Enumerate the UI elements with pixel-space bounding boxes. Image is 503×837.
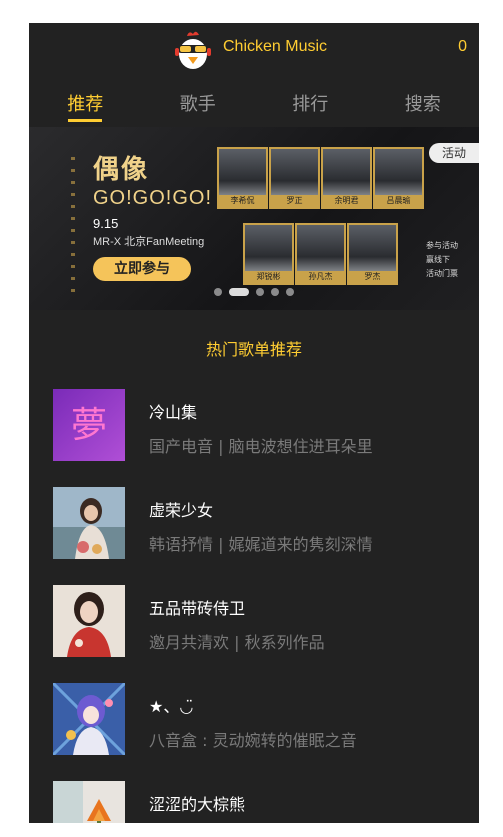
member-photo: 罗杰: [347, 223, 398, 285]
playlist-item[interactable]: 虚荣少女 韩语抒情 | 娓娓道来的隽刻深情: [29, 483, 479, 581]
tab-rank[interactable]: 排行: [254, 73, 367, 127]
playlist-name: 五品带砖侍卫: [149, 599, 246, 618]
playlist-cover-neon: 夢: [53, 389, 125, 461]
app-screen: Chicken Music 0 推荐 歌手 排行 搜索 偶像 GO!GO!GO!…: [29, 23, 479, 823]
banner-date: 9.15: [93, 216, 119, 231]
playlist-cover-girl-waterside: [53, 487, 125, 559]
app-header: Chicken Music 0: [29, 23, 479, 73]
member-photo: 孙凡杰: [295, 223, 346, 285]
member-photo: 吕晨瑜: [373, 147, 424, 209]
playlist-cover-anime: [53, 683, 125, 755]
playlist-item[interactable]: 夢 冷山集 国产电音 | 脑电波想住进耳朵里: [29, 385, 479, 483]
section-title: 热门歌单推荐: [205, 340, 302, 359]
playlist-name: 涩涩的大棕熊: [149, 795, 246, 814]
tab-singer[interactable]: 歌手: [142, 73, 255, 127]
playlist-item[interactable]: 五品带砖侍卫 邀月共清欢 | 秋系列作品: [29, 581, 479, 679]
banner-title: 偶像: [93, 155, 150, 185]
slide-dot[interactable]: [256, 288, 264, 296]
playlist-cover-flower: [53, 781, 125, 823]
member-name: 李希侃: [219, 195, 266, 207]
member-photo: 郑锐彬: [243, 223, 294, 285]
member-photo: 李希侃: [217, 147, 268, 209]
header-count[interactable]: 0: [458, 38, 467, 56]
slide-dot[interactable]: [271, 288, 279, 296]
member-name: 孙凡杰: [297, 271, 344, 283]
slide-dot[interactable]: [214, 288, 222, 296]
member-name: 余明君: [323, 195, 370, 207]
slide-dot-active[interactable]: [229, 288, 249, 296]
playlist-name: 冷山集: [149, 403, 198, 422]
playlist-name: 虚荣少女: [149, 501, 214, 520]
svg-text:夢: 夢: [71, 405, 107, 446]
member-name: 罗正: [271, 195, 318, 207]
chicken-logo-icon: [175, 31, 211, 69]
playlist-item[interactable]: 涩涩的大棕熊: [29, 777, 479, 823]
banner-subtitle: GO!GO!GO!: [93, 187, 213, 209]
tab-recommend[interactable]: 推荐: [29, 73, 142, 127]
playlist-item[interactable]: ★、◡̈ 八音盒 : 灵动婉转的催眠之音: [29, 679, 479, 777]
side-note-line: 活动门票: [426, 269, 458, 278]
tab-bar: 推荐 歌手 排行 搜索: [29, 73, 479, 127]
playlist-desc: 八音盒 : 灵动婉转的催眠之音: [149, 731, 357, 750]
activity-badge[interactable]: 活动: [429, 143, 479, 163]
playlist-name: ★、◡̈: [149, 697, 194, 716]
playlist-desc: 韩语抒情 | 娓娓道来的隽刻深情: [149, 535, 373, 554]
playlist-desc: 邀月共清欢 | 秋系列作品: [149, 633, 325, 652]
slide-dot[interactable]: [286, 288, 294, 296]
tab-search[interactable]: 搜索: [367, 73, 480, 127]
side-note-line: 参与活动: [426, 241, 458, 250]
banner-event: MR-X 北京FanMeeting: [93, 236, 205, 248]
member-name: 郑锐彬: [245, 271, 292, 283]
member-photo: 余明君: [321, 147, 372, 209]
banner-side-note: 参与活动 赢线下 活动门票: [426, 239, 468, 281]
app-title: Chicken Music: [223, 38, 328, 55]
join-now-button[interactable]: 立即参与: [93, 257, 191, 281]
member-photo: 罗正: [269, 147, 320, 209]
side-note-line: 赢线下: [426, 255, 450, 264]
member-name: 罗杰: [349, 271, 396, 283]
banner-decor: [71, 157, 75, 297]
playlist-desc: 国产电音 | 脑电波想住进耳朵里: [149, 437, 373, 456]
slide-indicators: [29, 288, 479, 296]
promo-banner[interactable]: 偶像 GO!GO!GO! 9.15 MR-X 北京FanMeeting 立即参与…: [29, 127, 479, 310]
playlist-cover-girl-red: [53, 585, 125, 657]
member-name: 吕晨瑜: [375, 195, 422, 207]
